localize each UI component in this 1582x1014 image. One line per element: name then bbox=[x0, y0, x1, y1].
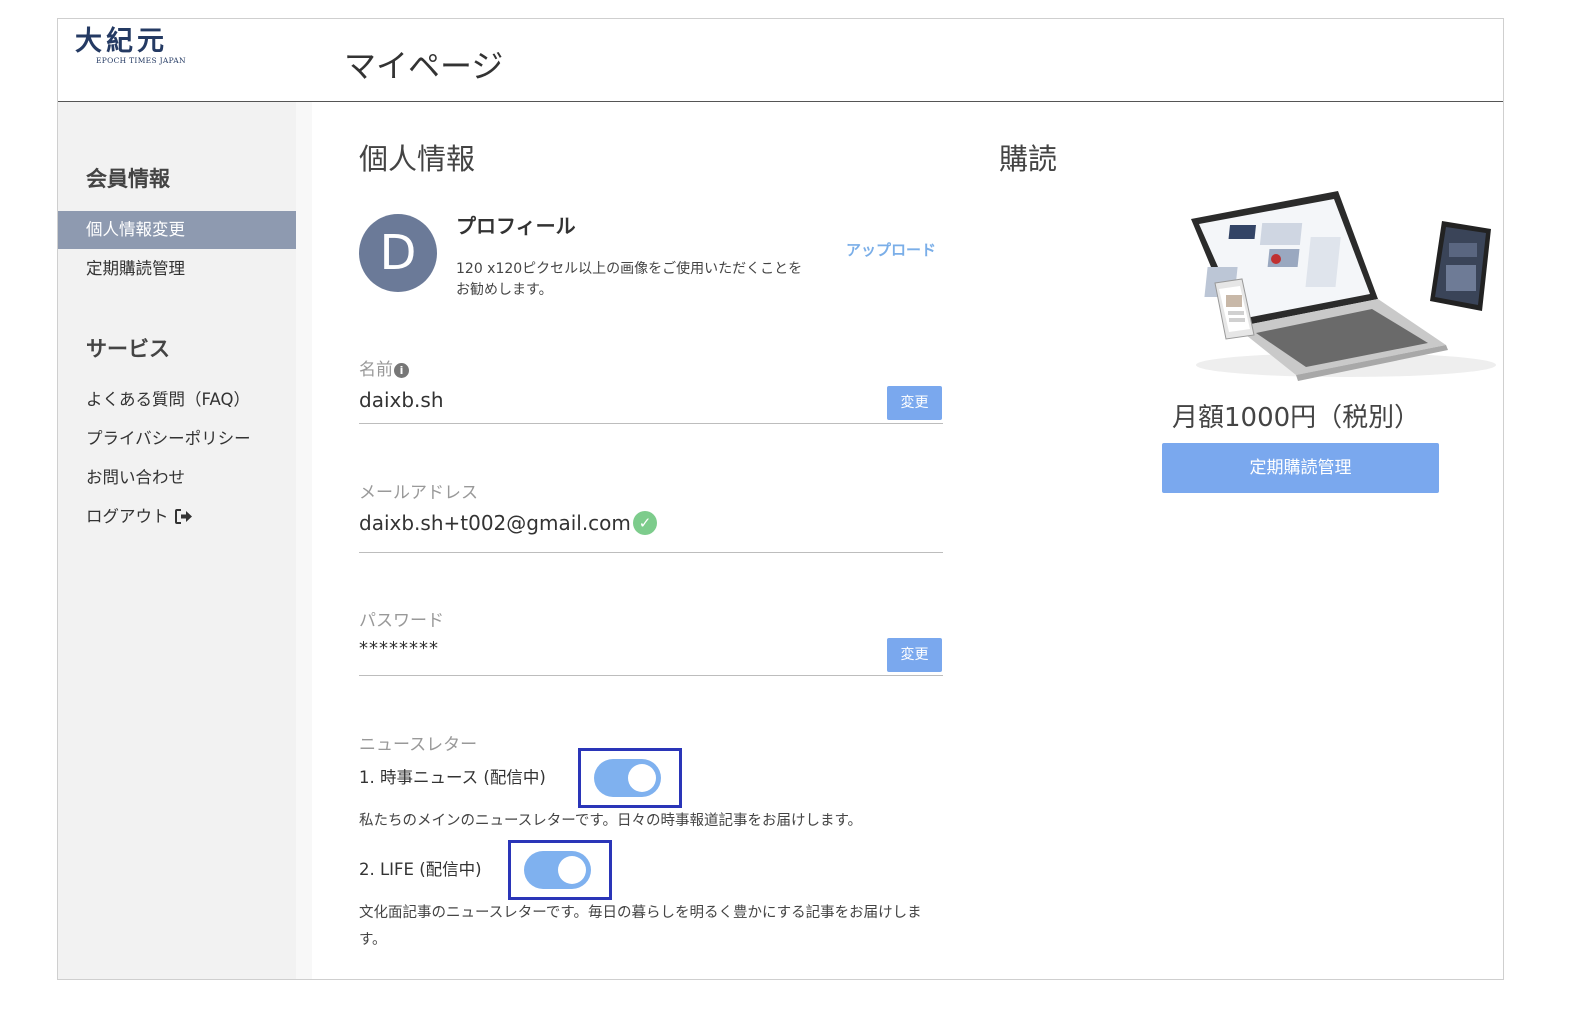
highlight-box-news bbox=[578, 748, 682, 808]
name-label: 名前 bbox=[359, 360, 393, 380]
password-change-button[interactable]: 変更 bbox=[887, 638, 942, 672]
verified-check-icon: ✓ bbox=[633, 511, 657, 535]
newsletter-item-life: 2. LIFE (配信中) bbox=[359, 860, 482, 879]
sidebar-item-contact[interactable]: お問い合わせ bbox=[58, 459, 296, 497]
name-label-row: 名前 i bbox=[359, 355, 409, 380]
email-label: メールアドレス bbox=[359, 483, 478, 503]
logout-label: ログアウト bbox=[86, 507, 169, 526]
avatar: D bbox=[359, 214, 437, 292]
profile-description: 120 x120ピクセル以上の画像をご使用いただくことをお勧めします。 bbox=[456, 261, 803, 298]
profile-title: プロフィール bbox=[456, 214, 576, 238]
name-underline bbox=[359, 423, 943, 424]
newsletter-news-toggle[interactable] bbox=[594, 759, 661, 797]
sidebar-heading-service: サービス bbox=[86, 337, 170, 361]
sidebar-item-logout[interactable]: ログアウト bbox=[58, 498, 296, 536]
toggle-knob bbox=[628, 764, 656, 792]
sidebar-item-personal-info[interactable]: 個人情報変更 bbox=[58, 211, 296, 249]
password-underline bbox=[359, 675, 943, 676]
newsletter-item-news: 1. 時事ニュース (配信中) bbox=[359, 768, 546, 787]
email-value: daixb.sh+t002@gmail.com bbox=[359, 511, 631, 535]
logo-text: 大紀元 bbox=[75, 26, 168, 57]
devices-promo-image bbox=[1191, 191, 1496, 381]
newsletter-news-description: 私たちのメインのニュースレターです。日々の時事報道記事をお届けします。 bbox=[359, 813, 863, 829]
newsletter-life-toggle[interactable] bbox=[524, 851, 591, 889]
logout-icon bbox=[174, 509, 192, 524]
personal-info-title: 個人情報 bbox=[359, 142, 476, 176]
page-title: マイページ bbox=[344, 47, 504, 85]
sidebar-item-privacy[interactable]: プライバシーポリシー bbox=[58, 420, 296, 458]
sidebar-item-faq[interactable]: よくある質問（FAQ） bbox=[58, 381, 296, 419]
toggle-knob bbox=[558, 856, 586, 884]
logo-subtext: EPOCH TIMES JAPAN bbox=[96, 56, 186, 65]
subscription-manage-button[interactable]: 定期購読管理 bbox=[1162, 443, 1439, 493]
price-text: 月額1000円（税別） bbox=[1172, 403, 1421, 433]
password-value: ******** bbox=[359, 638, 439, 659]
sidebar-item-subscription[interactable]: 定期購読管理 bbox=[58, 250, 296, 288]
subscription-title: 購読 bbox=[999, 142, 1058, 176]
sidebar-gutter bbox=[296, 102, 312, 979]
name-value: daixb.sh bbox=[359, 388, 444, 412]
email-underline bbox=[359, 552, 943, 553]
upload-link[interactable]: アップロード bbox=[846, 239, 936, 260]
name-change-button[interactable]: 変更 bbox=[887, 386, 942, 420]
newsletter-label: ニュースレター bbox=[359, 735, 478, 755]
sidebar: 会員情報 個人情報変更 定期購読管理 サービス よくある質問（FAQ） プライバ… bbox=[58, 102, 296, 979]
highlight-box-life bbox=[508, 840, 612, 900]
page-frame: 大紀元 EPOCH TIMES JAPAN マイページ 会員情報 個人情報変更 … bbox=[57, 18, 1504, 980]
top-header: 大紀元 EPOCH TIMES JAPAN マイページ bbox=[58, 19, 1503, 102]
site-logo[interactable]: 大紀元 EPOCH TIMES JAPAN bbox=[75, 27, 195, 71]
password-label: パスワード bbox=[359, 611, 444, 631]
info-icon[interactable]: i bbox=[394, 363, 409, 378]
newsletter-life-description: 文化面記事のニュースレターです。毎日の暮らしを明るく豊かにする記事をお届けします… bbox=[359, 905, 922, 948]
sidebar-heading-member: 会員情報 bbox=[86, 167, 170, 191]
